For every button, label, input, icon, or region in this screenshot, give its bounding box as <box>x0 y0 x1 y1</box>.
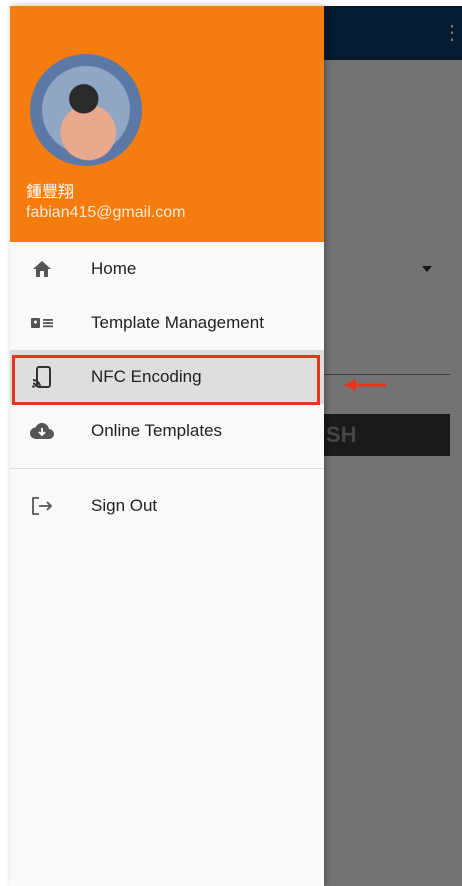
cloud-download-icon <box>30 419 54 443</box>
menu-item-label: Sign Out <box>91 496 158 515</box>
menu-item-label: Template Management <box>91 313 264 332</box>
highlight-box <box>12 355 320 405</box>
template-card-icon <box>30 311 54 335</box>
annotation-arrow-icon <box>344 379 386 391</box>
menu-item-home[interactable]: Home <box>10 242 324 296</box>
navigation-drawer: 鍾豐翔 fabian415@gmail.com Home Template Ma… <box>10 6 324 886</box>
menu-item-sign-out[interactable]: Sign Out <box>10 479 324 533</box>
drawer-header: 鍾豐翔 fabian415@gmail.com <box>10 6 324 242</box>
home-icon <box>30 257 54 281</box>
menu-divider <box>10 468 324 469</box>
user-name: 鍾豐翔 <box>26 184 75 201</box>
menu-item-label: Online Templates <box>91 421 223 440</box>
menu-item-label: Home <box>91 259 137 278</box>
user-email: fabian415@gmail.com <box>26 204 186 221</box>
menu-item-online-templates[interactable]: Online Templates <box>10 404 324 458</box>
avatar[interactable] <box>30 54 142 166</box>
menu-item-template-management[interactable]: Template Management <box>10 296 324 350</box>
sign-out-icon <box>30 494 54 518</box>
